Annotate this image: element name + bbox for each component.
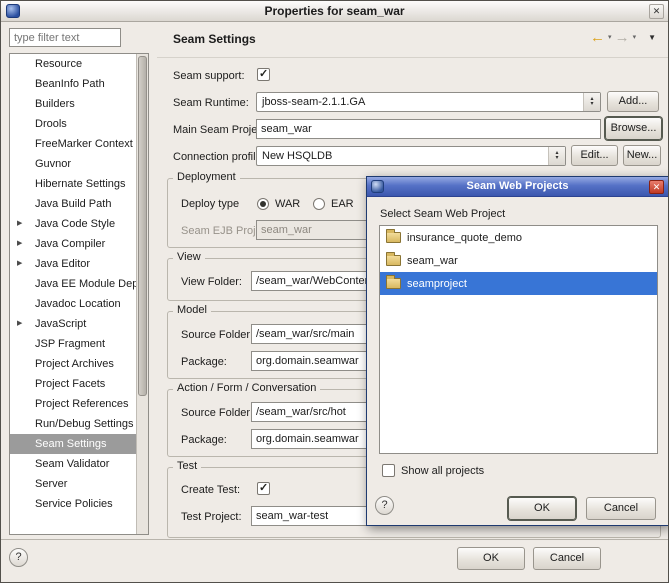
popup-prompt: Select Seam Web Project [380,208,505,220]
filter-input[interactable] [9,28,121,47]
seam-runtime-value: jboss-seam-2.1.1.GA [262,93,365,111]
connection-profile-value: New HSQLDB [262,147,332,165]
sidebar-item-project-facets[interactable]: Project Facets [10,374,148,394]
sidebar-item-drools[interactable]: Drools [10,114,148,134]
popup-ok-button[interactable]: OK [508,497,576,520]
combo-spinner-icon[interactable]: ▴▾ [583,93,600,111]
action-source-folder-label: Source Folder: [181,407,253,419]
popup-cancel-button[interactable]: Cancel [586,497,656,520]
sidebar-item-jsp-fragment[interactable]: JSP Fragment [10,334,148,354]
footer-separator [1,539,668,540]
combo-spinner-icon[interactable]: ▴▾ [548,147,565,165]
back-arrow-icon[interactable]: ← [590,29,605,46]
test-project-label: Test Project: [181,511,242,523]
history-nav: ← ▾ → ▾ ▼ [590,28,656,46]
action-package-label: Package: [181,434,227,446]
show-all-projects-label: Show all projects [401,465,484,477]
page-title: Seam Settings [173,32,256,46]
test-group-label: Test [173,460,201,472]
help-icon[interactable]: ? [9,548,28,567]
expand-arrow-icon[interactable]: ▶ [17,314,22,334]
seam-runtime-label: Seam Runtime: [173,97,249,109]
sidebar-item-javadoc-location[interactable]: Javadoc Location [10,294,148,314]
model-group-label: Model [173,304,211,316]
seam-support-label: Seam support: [173,70,245,82]
main-seam-project-field[interactable] [256,119,601,139]
sidebar-item-java-editor[interactable]: ▶Java Editor [10,254,148,274]
ok-button[interactable]: OK [457,547,525,570]
ear-radio[interactable] [313,198,325,210]
sidebar-item-java-build-path[interactable]: Java Build Path [10,194,148,214]
expand-arrow-icon[interactable]: ▶ [17,254,22,274]
deployment-group-label: Deployment [173,171,240,183]
sidebar-item-project-references[interactable]: Project References [10,394,148,414]
seam-support-checkbox[interactable]: ✓ [257,68,270,81]
project-list: insurance_quote_demo seam_war seamprojec… [379,225,658,454]
project-item-seam-war[interactable]: seam_war [380,249,657,272]
sidebar-item-run-debug-settings[interactable]: Run/Debug Settings [10,414,148,434]
properties-dialog: Properties for seam_war ✕ Resource BeanI… [0,0,669,583]
view-menu-icon[interactable]: ▼ [648,33,656,42]
sidebar-item-builders[interactable]: Builders [10,94,148,114]
sidebar-item-java-compiler[interactable]: ▶Java Compiler [10,234,148,254]
checkmark-icon: ✓ [259,481,268,494]
model-source-folder-label: Source Folder: [181,329,253,341]
deploy-type-label: Deploy type [181,198,239,210]
popup-titlebar[interactable]: Seam Web Projects ✕ [367,177,668,197]
main-seam-project-label: Main Seam Project: [173,124,269,136]
edit-profile-button[interactable]: Edit... [571,145,618,166]
cancel-button[interactable]: Cancel [533,547,601,570]
model-package-label: Package: [181,356,227,368]
ear-radio-label: EAR [331,198,354,210]
connection-profile-label: Connection profile: [173,151,265,163]
expand-arrow-icon[interactable]: ▶ [17,214,22,234]
action-group-label: Action / Form / Conversation [173,382,320,394]
sidebar-item-seam-validator[interactable]: Seam Validator [10,454,148,474]
project-item-insurance-quote-demo[interactable]: insurance_quote_demo [380,226,657,249]
titlebar[interactable]: Properties for seam_war ✕ [1,1,668,22]
new-profile-button[interactable]: New... [623,145,661,166]
create-test-label: Create Test: [181,484,240,496]
sidebar-item-beaninfo-path[interactable]: BeanInfo Path [10,74,148,94]
sidebar-item-javascript[interactable]: ▶JavaScript [10,314,148,334]
sidebar-item-java-code-style[interactable]: ▶Java Code Style [10,214,148,234]
scrollbar-thumb[interactable] [138,56,147,396]
project-item-seamproject[interactable]: seamproject [380,272,657,295]
show-all-projects-checkbox[interactable] [382,464,395,477]
war-radio-label: WAR [275,198,300,210]
popup-close-icon[interactable]: ✕ [649,180,664,194]
view-folder-label: View Folder: [181,276,242,288]
seam-web-projects-dialog: Seam Web Projects ✕ Select Seam Web Proj… [366,176,669,526]
properties-tree: Resource BeanInfo Path Builders Drools F… [9,53,149,535]
tree-scrollbar[interactable] [136,54,148,534]
popup-title: Seam Web Projects [367,180,668,192]
forward-dropdown-icon[interactable]: ▾ [633,33,637,41]
expand-arrow-icon[interactable]: ▶ [17,234,22,254]
sidebar-item-hibernate-settings[interactable]: Hibernate Settings [10,174,148,194]
connection-profile-combo[interactable]: New HSQLDB ▴▾ [256,146,566,166]
sidebar-item-server[interactable]: Server [10,474,148,494]
sidebar-item-project-archives[interactable]: Project Archives [10,354,148,374]
add-runtime-button[interactable]: Add... [607,91,659,112]
web-project-folder-icon [386,255,401,266]
create-test-checkbox[interactable]: ✓ [257,482,270,495]
seam-runtime-combo[interactable]: jboss-seam-2.1.1.GA ▴▾ [256,92,601,112]
window-title: Properties for seam_war [1,4,668,18]
sidebar-item-guvnor[interactable]: Guvnor [10,154,148,174]
sidebar-item-freemarker-context[interactable]: FreeMarker Context [10,134,148,154]
popup-help-icon[interactable]: ? [375,496,394,515]
browse-button[interactable]: Browse... [605,117,662,140]
sidebar-item-resource[interactable]: Resource [10,54,148,74]
sidebar-item-java-ee-module[interactable]: Java EE Module Depe [10,274,148,294]
sidebar-item-seam-settings[interactable]: Seam Settings [10,434,148,454]
forward-arrow-icon[interactable]: → [615,29,630,46]
back-dropdown-icon[interactable]: ▾ [608,33,612,41]
sidebar-item-service-policies[interactable]: Service Policies [10,494,148,514]
war-radio[interactable] [257,198,269,210]
close-icon[interactable]: ✕ [649,4,664,19]
web-project-folder-icon [386,278,401,289]
web-project-folder-icon [386,232,401,243]
checkmark-icon: ✓ [259,67,268,80]
view-group-label: View [173,251,205,263]
